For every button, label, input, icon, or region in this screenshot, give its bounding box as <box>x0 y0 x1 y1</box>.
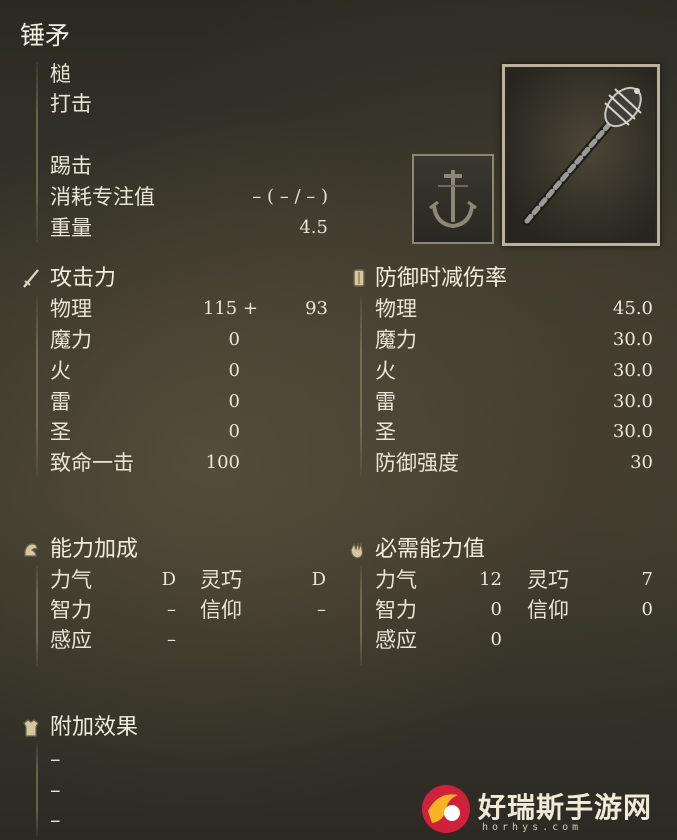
req-str-label: 力气 <box>375 568 417 592</box>
scaling-dex-value: D <box>311 569 326 590</box>
guard-label-holy: 圣 <box>375 420 396 444</box>
weapon-image-frame <box>502 64 660 246</box>
scaling-dex-label: 灵巧 <box>200 568 242 592</box>
attack-label-physical: 物理 <box>50 297 92 321</box>
req-dex-value: 7 <box>641 569 653 590</box>
guard-value-fire: 30.0 <box>612 360 653 381</box>
passive-item: – <box>50 808 61 832</box>
attack-label-fire: 火 <box>50 359 71 383</box>
weight-value: 4.5 <box>299 217 328 238</box>
divider-line <box>360 566 362 666</box>
divider-line <box>360 296 362 476</box>
divider-line <box>36 744 38 836</box>
req-arc-value: 0 <box>490 629 502 650</box>
attack-label-critical: 致命一击 <box>50 451 134 475</box>
scaling-int-label: 智力 <box>50 598 92 622</box>
attack-base-magic: 0 <box>228 329 240 350</box>
passive-item: – <box>50 747 61 771</box>
guard-value-holy: 30.0 <box>612 421 653 442</box>
req-int-label: 智力 <box>375 598 417 622</box>
passive-item: – <box>50 778 61 802</box>
weight-label: 重量 <box>50 216 92 240</box>
guard-label-physical: 物理 <box>375 297 417 321</box>
scaling-section-title: 能力加成 <box>50 537 139 562</box>
guard-label-fire: 火 <box>375 359 396 383</box>
weapon-title: 锤矛 <box>20 21 71 50</box>
attack-type: 打击 <box>50 92 92 116</box>
scaling-arc-value: – <box>167 629 176 650</box>
guard-label-magic: 魔力 <box>375 328 417 352</box>
req-dex-label: 灵巧 <box>527 568 569 592</box>
watermark: 好瑞斯手游网 horhys.com <box>418 778 677 840</box>
guard-label-lightning: 雷 <box>375 390 396 414</box>
attack-section-title: 攻击力 <box>50 266 117 291</box>
requirements-section-title: 必需能力值 <box>375 537 486 562</box>
divider-line <box>36 296 38 476</box>
fp-cost-label: 消耗专注值 <box>50 185 155 209</box>
attack-base-physical: 115 + <box>202 298 258 319</box>
fp-cost-value: – ( – / – ) <box>252 186 328 207</box>
req-fai-value: 0 <box>641 599 653 620</box>
watermark-subtext: horhys.com <box>482 822 583 833</box>
scaling-str-value: D <box>161 569 176 590</box>
scaling-int-value: – <box>167 599 176 620</box>
scaling-arc-label: 感应 <box>50 628 92 652</box>
attack-base-lightning: 0 <box>228 391 240 412</box>
divider-line <box>36 62 38 242</box>
attack-base-holy: 0 <box>228 421 240 442</box>
guard-value-physical: 45.0 <box>612 298 653 319</box>
skill-icon-frame <box>412 154 494 244</box>
shield-icon <box>353 269 365 287</box>
attack-base-critical: 100 <box>205 452 240 473</box>
watermark-logo-icon <box>422 785 470 833</box>
passive-section-title: 附加效果 <box>50 715 139 740</box>
armor-icon <box>23 719 39 737</box>
weapon-skill: 踢击 <box>50 154 92 178</box>
req-arc-label: 感应 <box>375 628 417 652</box>
divider-line <box>36 566 38 666</box>
req-fai-label: 信仰 <box>527 598 569 622</box>
attack-label-holy: 圣 <box>50 420 71 444</box>
anchor-crest-icon <box>429 170 477 229</box>
req-int-value: 0 <box>490 599 502 620</box>
req-str-value: 12 <box>479 569 502 590</box>
watermark-text: 好瑞斯手游网 <box>478 791 653 824</box>
arm-icon <box>24 543 38 557</box>
attack-base-fire: 0 <box>228 360 240 381</box>
scaling-fai-value: – <box>317 599 326 620</box>
scaling-str-label: 力气 <box>50 568 92 592</box>
guard-value-magic: 30.0 <box>612 329 653 350</box>
weapon-type: 槌 <box>50 62 71 86</box>
guard-label-boost: 防御强度 <box>375 451 459 475</box>
guard-value-boost: 30 <box>630 452 653 473</box>
sword-icon <box>23 269 39 288</box>
mace-icon <box>522 86 642 226</box>
attack-label-magic: 魔力 <box>50 328 92 352</box>
scaling-fai-label: 信仰 <box>200 598 242 622</box>
attack-bonus-physical: 93 <box>305 298 328 319</box>
guard-section-title: 防御时减伤率 <box>375 266 508 291</box>
guard-value-lightning: 30.0 <box>612 391 653 412</box>
attack-label-lightning: 雷 <box>50 390 71 414</box>
hand-icon <box>350 541 364 559</box>
